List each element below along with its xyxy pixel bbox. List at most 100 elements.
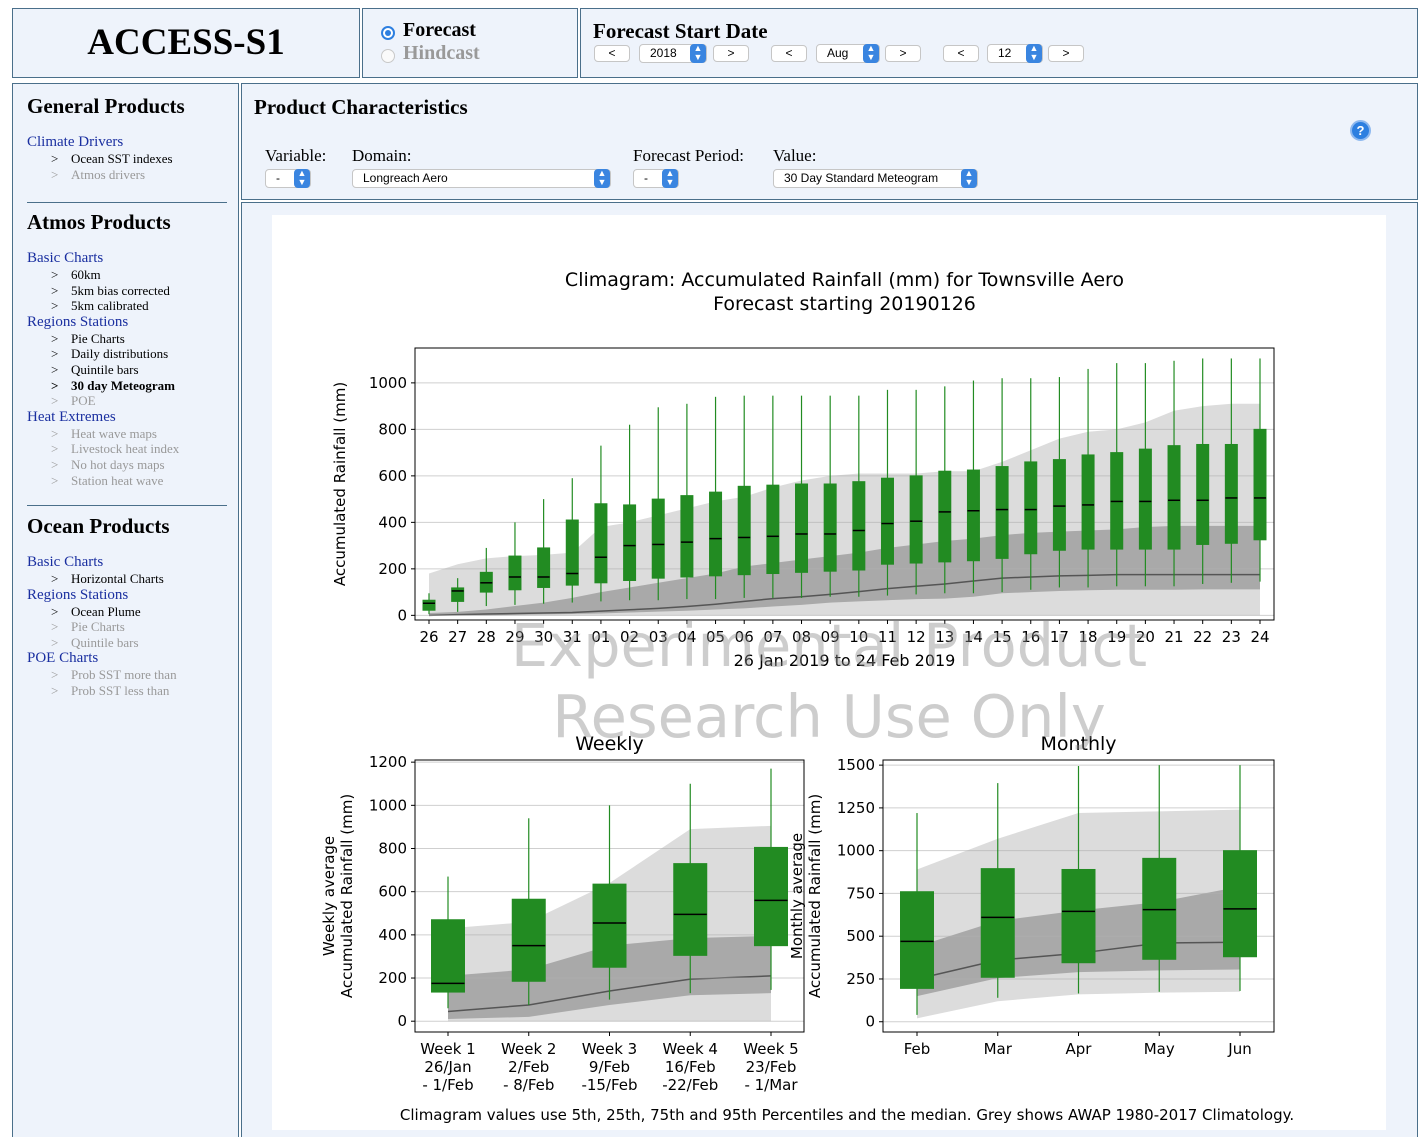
chevron-right-icon: > (51, 457, 59, 472)
sidebar-item-poe: > POE (51, 393, 96, 409)
sidebar-item-label: Atmos drivers (71, 166, 146, 182)
chart0-box (995, 466, 1009, 559)
chart1-x-tick-label-line: 26/Jan (424, 1058, 471, 1076)
chart1-x-tick-label-line: Week 3 (582, 1040, 637, 1058)
product-characteristics-heading: Product Characteristics (254, 95, 468, 119)
chart0-box (852, 481, 866, 571)
variable-label: Variable: (265, 146, 327, 165)
select-arrows-icon: ▲ ▼ (594, 169, 610, 188)
year-select[interactable]: 2018 ▲ ▼ (639, 44, 707, 63)
variable-select[interactable]: - ▲ ▼ (265, 169, 311, 188)
chart1-y-tick-label: 1000 (369, 796, 407, 814)
chart0-box (1196, 443, 1210, 545)
select-arrows-icon: ▲ ▼ (294, 169, 310, 188)
sidebar-item-daily-distributions[interactable]: > Daily distributions (51, 346, 168, 362)
forecast-period-select-value: - (644, 171, 648, 185)
chart2-box (980, 868, 1015, 978)
year-next-button[interactable]: > (713, 45, 749, 62)
chart2-x-tick-label-line: Feb (904, 1040, 931, 1058)
chart0-y-tick-label: 1000 (369, 374, 407, 392)
chart0-box (594, 503, 608, 584)
month-select-value: Aug (827, 46, 849, 60)
chart0-x-tick-label: 28 (477, 628, 496, 646)
chart1-x-tick-label: Week 5 23/Feb - 1/Mar (743, 1040, 798, 1094)
sidebar-item-5km-bias-corrected[interactable]: >5km bias corrected (51, 283, 170, 299)
sidebar-group-poe-charts[interactable]: POE Charts (27, 650, 98, 667)
sidebar-item-quintile-bars[interactable]: > Quintile bars (51, 362, 139, 378)
chart0-box (451, 587, 465, 602)
chart0-x-tick-label-line: 28 (477, 628, 496, 646)
chart0-box (651, 498, 665, 579)
day-select-value: 12 (998, 46, 1012, 60)
year-select-value: 2018 (650, 46, 677, 60)
sidebar-item-label: Prob SST less than (71, 683, 170, 698)
sidebar-item-5km-calibrated[interactable]: >5km calibrated (51, 298, 149, 314)
chart2-box (900, 891, 934, 989)
chevron-right-icon: > (51, 377, 59, 393)
month-next-button[interactable]: > (885, 45, 921, 62)
chevron-right-icon: > (51, 362, 59, 377)
sidebar: General Products Climate Drivers > Ocean SS… (12, 83, 239, 1137)
sidebar-group-heat-extremes[interactable]: Heat Extremes (27, 409, 116, 426)
month-prev-button[interactable]: < (771, 45, 807, 62)
chevron-right-icon: > (51, 634, 59, 650)
sidebar-group-regions-stations[interactable]: Regions Stations (27, 587, 128, 604)
day-prev-button[interactable]: < (943, 45, 979, 62)
sidebar-item-30-day-meteogram[interactable]: >30 day Meteogram (51, 378, 175, 394)
chart0-y-tick-label: 400 (378, 513, 407, 531)
sidebar-item-label: Station heat wave (71, 472, 164, 488)
day-select[interactable]: 12 ▲ ▼ (987, 44, 1043, 63)
sidebar-item-ocean-plume[interactable]: > Ocean Plume (51, 604, 141, 620)
hindcast-radio[interactable] (381, 49, 395, 63)
chart1-x-tick-label-line: - 8/Feb (503, 1076, 554, 1094)
sidebar-group-basic-charts[interactable]: Basic Charts (27, 554, 103, 571)
sidebar-group-climate-drivers[interactable]: Climate Drivers (27, 134, 123, 151)
hindcast-radio-label[interactable]: Hindcast (403, 42, 480, 65)
sidebar-item-label: Pie Charts (71, 619, 125, 635)
chart2-x-tick-label: Apr (1066, 1040, 1093, 1058)
chart1-box (754, 846, 788, 947)
chart1-box (673, 863, 708, 956)
value-select[interactable]: 30 Day Standard Meteogram ▲ ▼ (773, 169, 978, 188)
chart2-x-tick-label-line: Jun (1227, 1040, 1251, 1058)
chart0-box (1224, 443, 1238, 544)
month-select[interactable]: Aug ▲ ▼ (816, 44, 880, 63)
sidebar-item-ocean-sst-indexes[interactable]: > Ocean SST indexes (51, 151, 173, 167)
select-arrows-icon: ▲ ▼ (1026, 44, 1042, 63)
sidebar-group-regions-stations[interactable]: Regions Stations (27, 314, 128, 331)
sidebar-item-60km[interactable]: >60km (51, 267, 101, 283)
sidebar-item-pie-charts[interactable]: > Pie Charts (51, 331, 125, 347)
chart1-box (592, 883, 627, 968)
chart0-box (1081, 454, 1095, 550)
chart0-box (966, 469, 980, 562)
year-prev-button[interactable]: < (594, 45, 630, 62)
forecast-radio[interactable] (381, 26, 395, 40)
chart1-x-tick-label: Week 4 16/Feb -22/Feb (662, 1040, 718, 1094)
sidebar-divider (27, 202, 227, 203)
sidebar-item-horizontal-charts[interactable]: > Horizontal Charts (51, 571, 164, 587)
chevron-right-icon: > (51, 667, 59, 683)
select-arrows-icon: ▲ ▼ (863, 44, 879, 63)
day-next-button[interactable]: > (1048, 45, 1084, 62)
forecast-radio-label[interactable]: Forecast (403, 19, 476, 42)
chevron-right-icon: > (51, 282, 59, 298)
chevron-right-icon: > (51, 151, 59, 166)
chart0-y-tick-label: 0 (397, 606, 407, 624)
chart2-x-tick-label-line: Mar (984, 1040, 1013, 1058)
climagram-charts: 0200400600800100026 27 28 29 30 31 01 02 03 04 05 0… (320, 269, 1294, 1124)
chart0-x-tick-label-line: 27 (448, 628, 467, 646)
sidebar-group-basic-charts[interactable]: Basic Charts (27, 250, 103, 267)
forecast-start-date-panel: Forecast Start Date < 2018 ▲ ▼ > < Aug ▲ ▼ >… (580, 8, 1418, 78)
chart1-x-tick-label-line: - 1/Feb (422, 1076, 473, 1094)
sidebar-item-heat-wave-maps: > Heat wave maps (51, 426, 157, 442)
chart1-x-tick-label-line: -15/Feb (581, 1076, 637, 1094)
chart0-box (680, 495, 694, 578)
help-icon[interactable]: ? (1350, 120, 1371, 141)
chart0-box (537, 547, 551, 588)
domain-select[interactable]: Longreach Aero ▲ ▼ (352, 169, 611, 188)
chart0-box (766, 484, 780, 575)
forecast-period-select[interactable]: - ▲ ▼ (633, 169, 679, 188)
chart2-y-tick-label: 1000 (837, 842, 875, 860)
forecast-start-date-label: Forecast Start Date (593, 19, 768, 43)
chart2-y-axis-label: Monthly average (788, 833, 806, 959)
